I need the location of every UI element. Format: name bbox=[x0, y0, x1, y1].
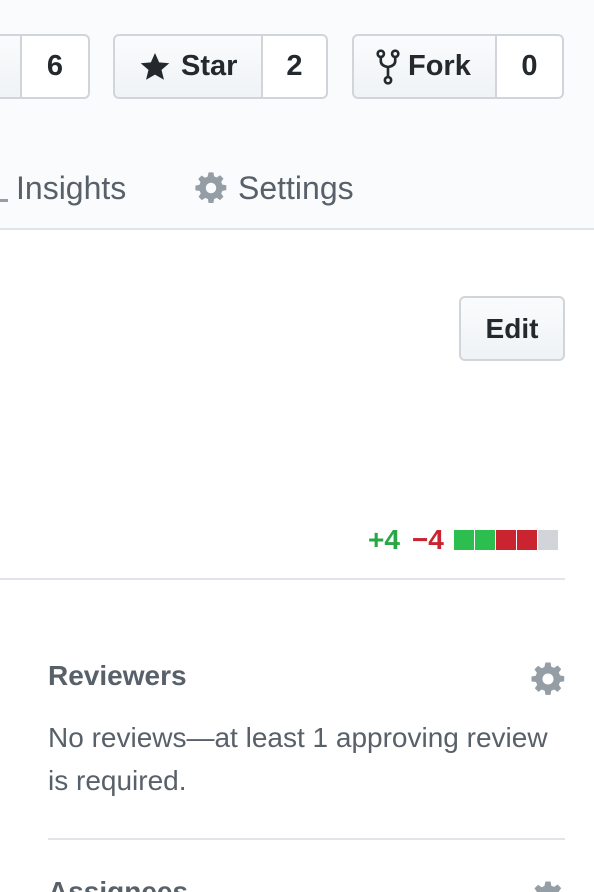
star-count[interactable]: 2 bbox=[263, 34, 328, 99]
watch-button-group: 6 bbox=[0, 34, 90, 99]
diffstat-block bbox=[495, 530, 516, 550]
star-label: Star bbox=[181, 50, 238, 82]
edit-button[interactable]: Edit bbox=[459, 296, 565, 361]
watch-count[interactable]: 6 bbox=[22, 34, 90, 99]
diffstat-deletions: −4 bbox=[411, 524, 444, 555]
tab-insights[interactable]: Insights bbox=[0, 163, 126, 213]
divider bbox=[0, 578, 565, 580]
tab-settings-label: Settings bbox=[238, 169, 354, 206]
fork-count[interactable]: 0 bbox=[497, 34, 564, 99]
diffstat-block bbox=[537, 530, 558, 550]
diffstat-block bbox=[474, 530, 495, 550]
repo-header: 6 Star 2 Fork 0 Insights Settings bbox=[0, 0, 594, 230]
watch-button[interactable] bbox=[0, 34, 22, 99]
divider bbox=[48, 838, 565, 840]
fork-label: Fork bbox=[408, 50, 471, 82]
assignees-title: Assignees bbox=[48, 876, 189, 892]
gear-icon bbox=[195, 172, 227, 204]
star-button[interactable]: Star bbox=[113, 34, 263, 99]
fork-button-group: Fork 0 bbox=[352, 34, 564, 99]
tab-settings[interactable]: Settings bbox=[194, 163, 354, 213]
graph-icon bbox=[0, 170, 10, 206]
reviewers-description: No reviews—at least 1 approving review i… bbox=[48, 722, 548, 796]
assignees-gear-icon[interactable] bbox=[530, 880, 566, 892]
tab-insights-label: Insights bbox=[16, 169, 127, 206]
star-button-group: Star 2 bbox=[113, 34, 328, 99]
fork-icon bbox=[376, 48, 400, 85]
reviewers-title: Reviewers bbox=[48, 660, 187, 691]
fork-button[interactable]: Fork bbox=[352, 34, 497, 99]
diffstat-block bbox=[453, 530, 474, 550]
diffstat-block bbox=[516, 530, 537, 550]
star-icon bbox=[140, 52, 170, 80]
reviewers-gear-icon[interactable] bbox=[530, 661, 566, 697]
diffstat-blocks bbox=[453, 530, 559, 550]
diffstat-additions: +4 bbox=[368, 524, 400, 555]
diffstat: +4 −4 bbox=[368, 522, 559, 558]
